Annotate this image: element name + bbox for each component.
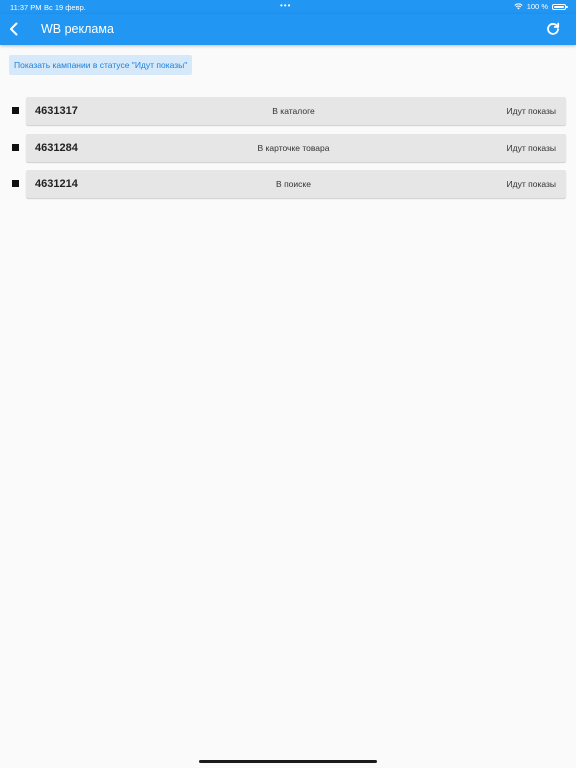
chevron-left-icon[interactable] [7,20,21,38]
campaign-id: 4631214 [35,178,78,190]
campaign-id: 4631317 [35,105,78,117]
bullet-icon [12,180,19,187]
campaign-status: Идут показы [506,142,556,153]
status-date: Вс 19 февр. [44,3,86,12]
bullet-icon [12,143,19,151]
campaign-status: Идут показы [506,179,556,189]
list-item: 4631317 В каталоге Идут показы [0,97,576,126]
battery-icon [552,3,568,10]
list-item: 4631284 В карточке товара Идут показы [0,133,576,163]
campaign-status: Идут показы [506,106,556,116]
campaign-card[interactable]: 4631284 В карточке товара Идут показы [26,133,566,162]
bullet-icon [12,107,19,114]
campaign-list: 4631317 В каталоге Идут показы 4631284 В… [0,97,576,207]
multitasking-dots[interactable]: ••• [280,1,291,10]
refresh-icon[interactable] [546,22,560,36]
page-title: WB реклама [41,22,114,36]
campaign-type: В карточке товара [257,142,330,153]
campaign-card[interactable]: 4631214 В поиске Идут показы [26,170,566,198]
show-active-campaigns-button[interactable]: Показать кампании в статусе "Идут показы… [9,55,193,75]
campaign-card[interactable]: 4631317 В каталоге Идут показы [26,97,566,125]
app-bar: WB реклама [0,14,576,45]
list-item: 4631214 В поиске Идут показы [0,170,576,199]
campaign-id: 4631284 [35,141,78,154]
campaign-type: В каталоге [272,106,315,116]
wifi-icon [514,3,523,10]
campaign-type: В поиске [276,179,311,189]
status-bar: 11:37 PM Вс 19 февр. ••• 100 % [0,0,576,14]
home-indicator[interactable] [199,760,377,763]
status-time: 11:37 PM [10,3,42,12]
battery-percent: 100 % [526,2,548,11]
